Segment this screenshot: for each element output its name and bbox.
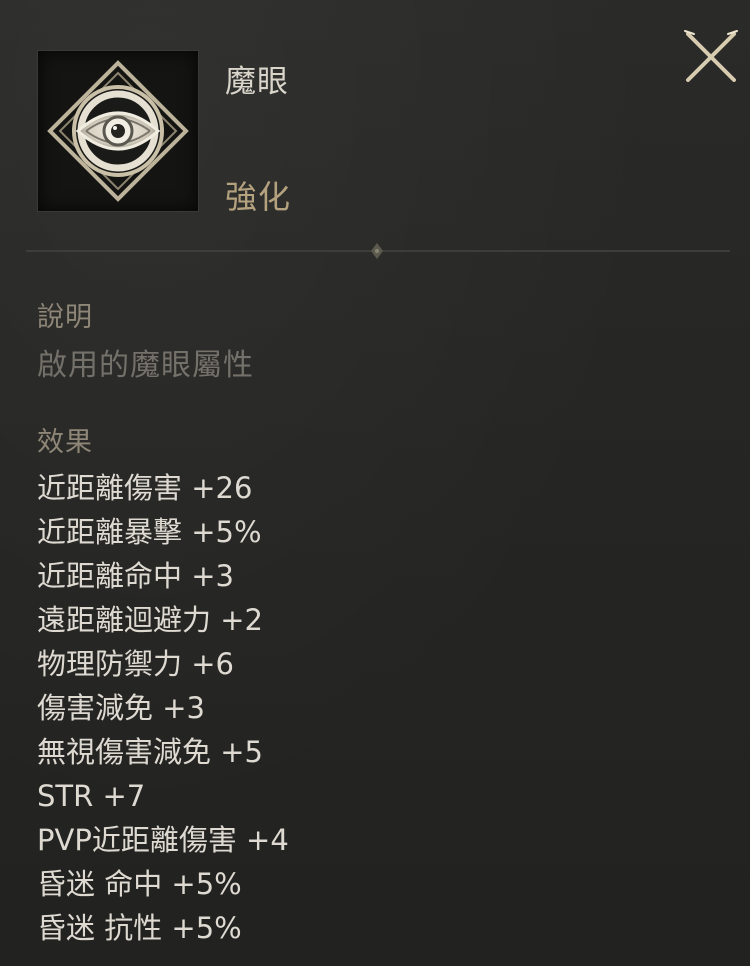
effects-label: 效果: [37, 427, 93, 458]
magic-eye-icon: [47, 60, 189, 202]
close-x-icon: [684, 30, 738, 82]
effect-item: 近距離傷害 +26: [37, 471, 253, 505]
effect-item: 昏迷 抗性 +5%: [37, 911, 242, 945]
effect-item: STR +7: [37, 779, 146, 813]
description-label: 說明: [37, 302, 93, 333]
effects-list: 近距離傷害 +26 近距離暴擊 +5% 近距離命中 +3 遠距離迴避力 +2 物…: [37, 466, 289, 950]
item-name: 魔眼: [225, 64, 289, 100]
description-text: 啟用的魔眼屬性: [37, 348, 254, 383]
effect-item: 無視傷害減免 +5: [37, 735, 263, 769]
header-divider: [26, 242, 730, 260]
effect-item: 傷害減免 +3: [37, 691, 205, 725]
item-tooltip-panel: 魔眼 強化 說明 啟用的魔眼屬性 效果 近距離傷害 +26 近距離暴擊 +5% …: [0, 0, 750, 966]
effect-item: 近距離命中 +3: [37, 559, 234, 593]
effect-item: 遠距離迴避力 +2: [37, 603, 263, 637]
item-icon-frame: [37, 50, 199, 212]
effect-item: 昏迷 命中 +5%: [37, 867, 242, 901]
effect-item: PVP近距離傷害 +4: [37, 823, 289, 857]
effect-item: 物理防禦力 +6: [37, 647, 234, 681]
item-category: 強化: [225, 178, 292, 216]
close-button[interactable]: [682, 28, 740, 86]
effect-item: 近距離暴擊 +5%: [37, 515, 262, 549]
